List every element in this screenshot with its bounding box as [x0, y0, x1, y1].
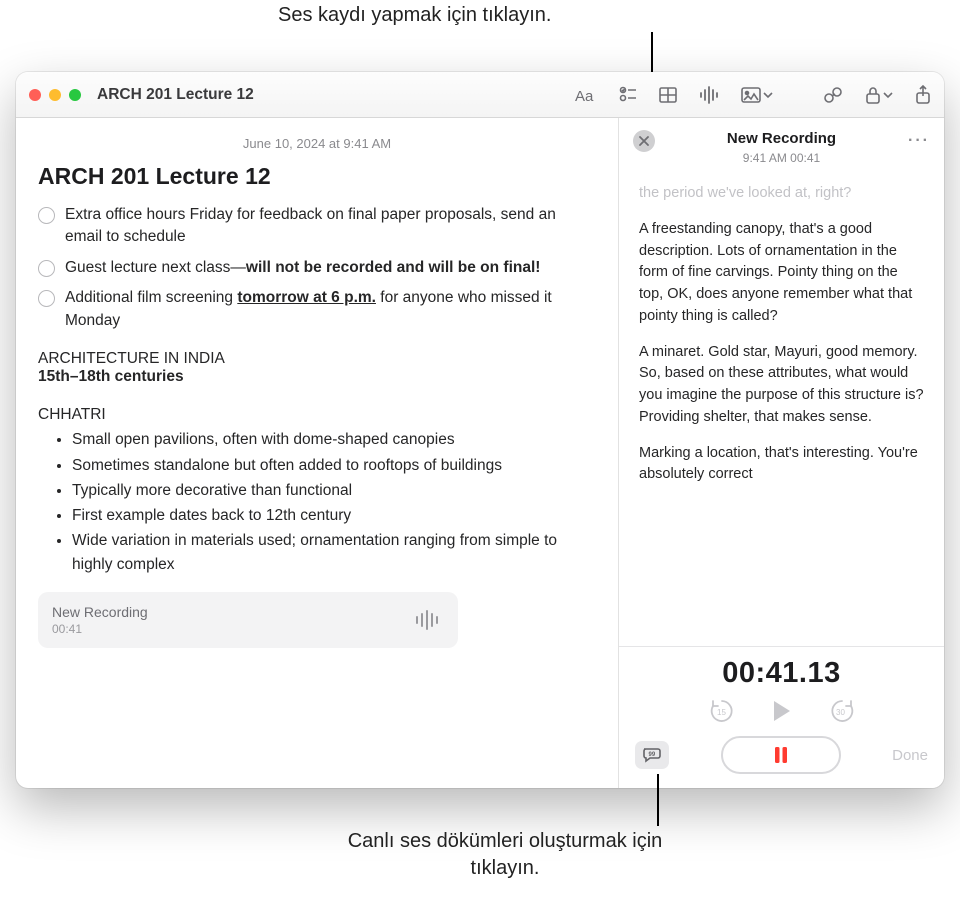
- checklist-item[interactable]: Extra office hours Friday for feedback o…: [38, 204, 596, 249]
- recording-sidebar: New Recording ··· 9:41 AM 00:41 the peri…: [619, 118, 944, 788]
- pause-record-button[interactable]: [721, 736, 841, 774]
- checklist-icon[interactable]: [619, 86, 637, 104]
- note-editor[interactable]: June 10, 2024 at 9:41 AM ARCH 201 Lectur…: [16, 118, 619, 788]
- bullet-item: Typically more decorative than functiona…: [72, 479, 582, 502]
- callout-bottom: Canlı ses dökümleri oluşturmak için tıkl…: [345, 828, 665, 882]
- checklist-text: Guest lecture next class—will not be rec…: [65, 257, 540, 279]
- window-title: ARCH 201 Lecture 12: [97, 86, 254, 104]
- callout-line-top: [651, 32, 653, 72]
- checklist: Extra office hours Friday for feedback o…: [38, 204, 596, 332]
- note-timestamp: June 10, 2024 at 9:41 AM: [38, 136, 596, 151]
- live-transcript-button[interactable]: 99: [635, 741, 669, 769]
- play-icon[interactable]: [771, 699, 793, 723]
- playback-controls: 00:41.13 15: [619, 646, 944, 788]
- checkbox-icon[interactable]: [38, 260, 55, 277]
- checklist-text: Extra office hours Friday for feedback o…: [65, 204, 596, 249]
- recording-duration: 00:41: [52, 622, 148, 636]
- svg-text:30: 30: [836, 708, 845, 717]
- bullet-item: First example dates back to 12th century: [72, 504, 582, 527]
- subhead: CHHATRI: [38, 406, 596, 424]
- media-icon[interactable]: [741, 87, 773, 103]
- sidebar-subtitle: 9:41 AM 00:41: [619, 151, 944, 165]
- titlebar: ARCH 201 Lecture 12 Aa: [16, 72, 944, 118]
- content-split: June 10, 2024 at 9:41 AM ARCH 201 Lectur…: [16, 118, 944, 788]
- section-subtitle: 15th–18th centuries: [38, 368, 596, 386]
- checkbox-icon[interactable]: [38, 290, 55, 307]
- transcript-line-faded: the period we've looked at, right?: [639, 183, 924, 205]
- section-title: ARCHITECTURE IN INDIA: [38, 350, 596, 368]
- recording-timer: 00:41.13: [635, 657, 928, 690]
- checklist-item[interactable]: Guest lecture next class—will not be rec…: [38, 257, 596, 279]
- callout-line-bottom: [657, 774, 659, 826]
- table-icon[interactable]: [659, 87, 677, 103]
- note-heading: ARCH 201 Lecture 12: [38, 163, 596, 190]
- rewind-15-icon[interactable]: 15: [709, 698, 735, 724]
- close-sidebar-button[interactable]: [633, 130, 655, 152]
- bullet-item: Sometimes standalone but often added to …: [72, 454, 582, 477]
- svg-text:Aa: Aa: [575, 88, 594, 104]
- sidebar-header: New Recording ···: [619, 118, 944, 149]
- bullet-item: Wide variation in materials used; orname…: [72, 529, 582, 576]
- close-icon[interactable]: [29, 89, 41, 101]
- link-icon[interactable]: [823, 86, 843, 104]
- checklist-text: Additional film screening tomorrow at 6 …: [65, 287, 596, 332]
- svg-text:15: 15: [717, 708, 726, 717]
- checklist-item[interactable]: Additional film screening tomorrow at 6 …: [38, 287, 596, 332]
- bullet-list: Small open pavilions, often with dome-sh…: [38, 428, 596, 576]
- audio-record-icon[interactable]: [699, 86, 719, 104]
- lock-icon[interactable]: [865, 86, 893, 104]
- notes-window: ARCH 201 Lecture 12 Aa: [16, 72, 944, 788]
- waveform-icon: [414, 609, 444, 631]
- sidebar-title: New Recording: [727, 130, 836, 147]
- share-icon[interactable]: [915, 85, 931, 105]
- bullet-item: Small open pavilions, often with dome-sh…: [72, 428, 582, 451]
- maximize-icon[interactable]: [69, 89, 81, 101]
- svg-text:99: 99: [649, 752, 656, 758]
- text-style-icon[interactable]: Aa: [575, 86, 597, 104]
- transcript-paragraph: A minaret. Gold star, Mayuri, good memor…: [639, 342, 924, 429]
- callout-top: Ses kaydı yapmak için tıklayın.: [278, 4, 551, 27]
- transcript-paragraph: Marking a location, that's interesting. …: [639, 443, 924, 487]
- more-icon[interactable]: ···: [908, 132, 930, 150]
- transcript-pane[interactable]: the period we've looked at, right? A fre…: [619, 175, 944, 646]
- window-controls: [29, 89, 81, 101]
- done-button[interactable]: Done: [892, 747, 928, 764]
- recording-name: New Recording: [52, 604, 148, 620]
- forward-30-icon[interactable]: 30: [829, 698, 855, 724]
- checkbox-icon[interactable]: [38, 207, 55, 224]
- minimize-icon[interactable]: [49, 89, 61, 101]
- transcript-paragraph: A freestanding canopy, that's a good des…: [639, 219, 924, 328]
- recording-attachment[interactable]: New Recording 00:41: [38, 592, 458, 648]
- toolbar: Aa: [575, 85, 931, 105]
